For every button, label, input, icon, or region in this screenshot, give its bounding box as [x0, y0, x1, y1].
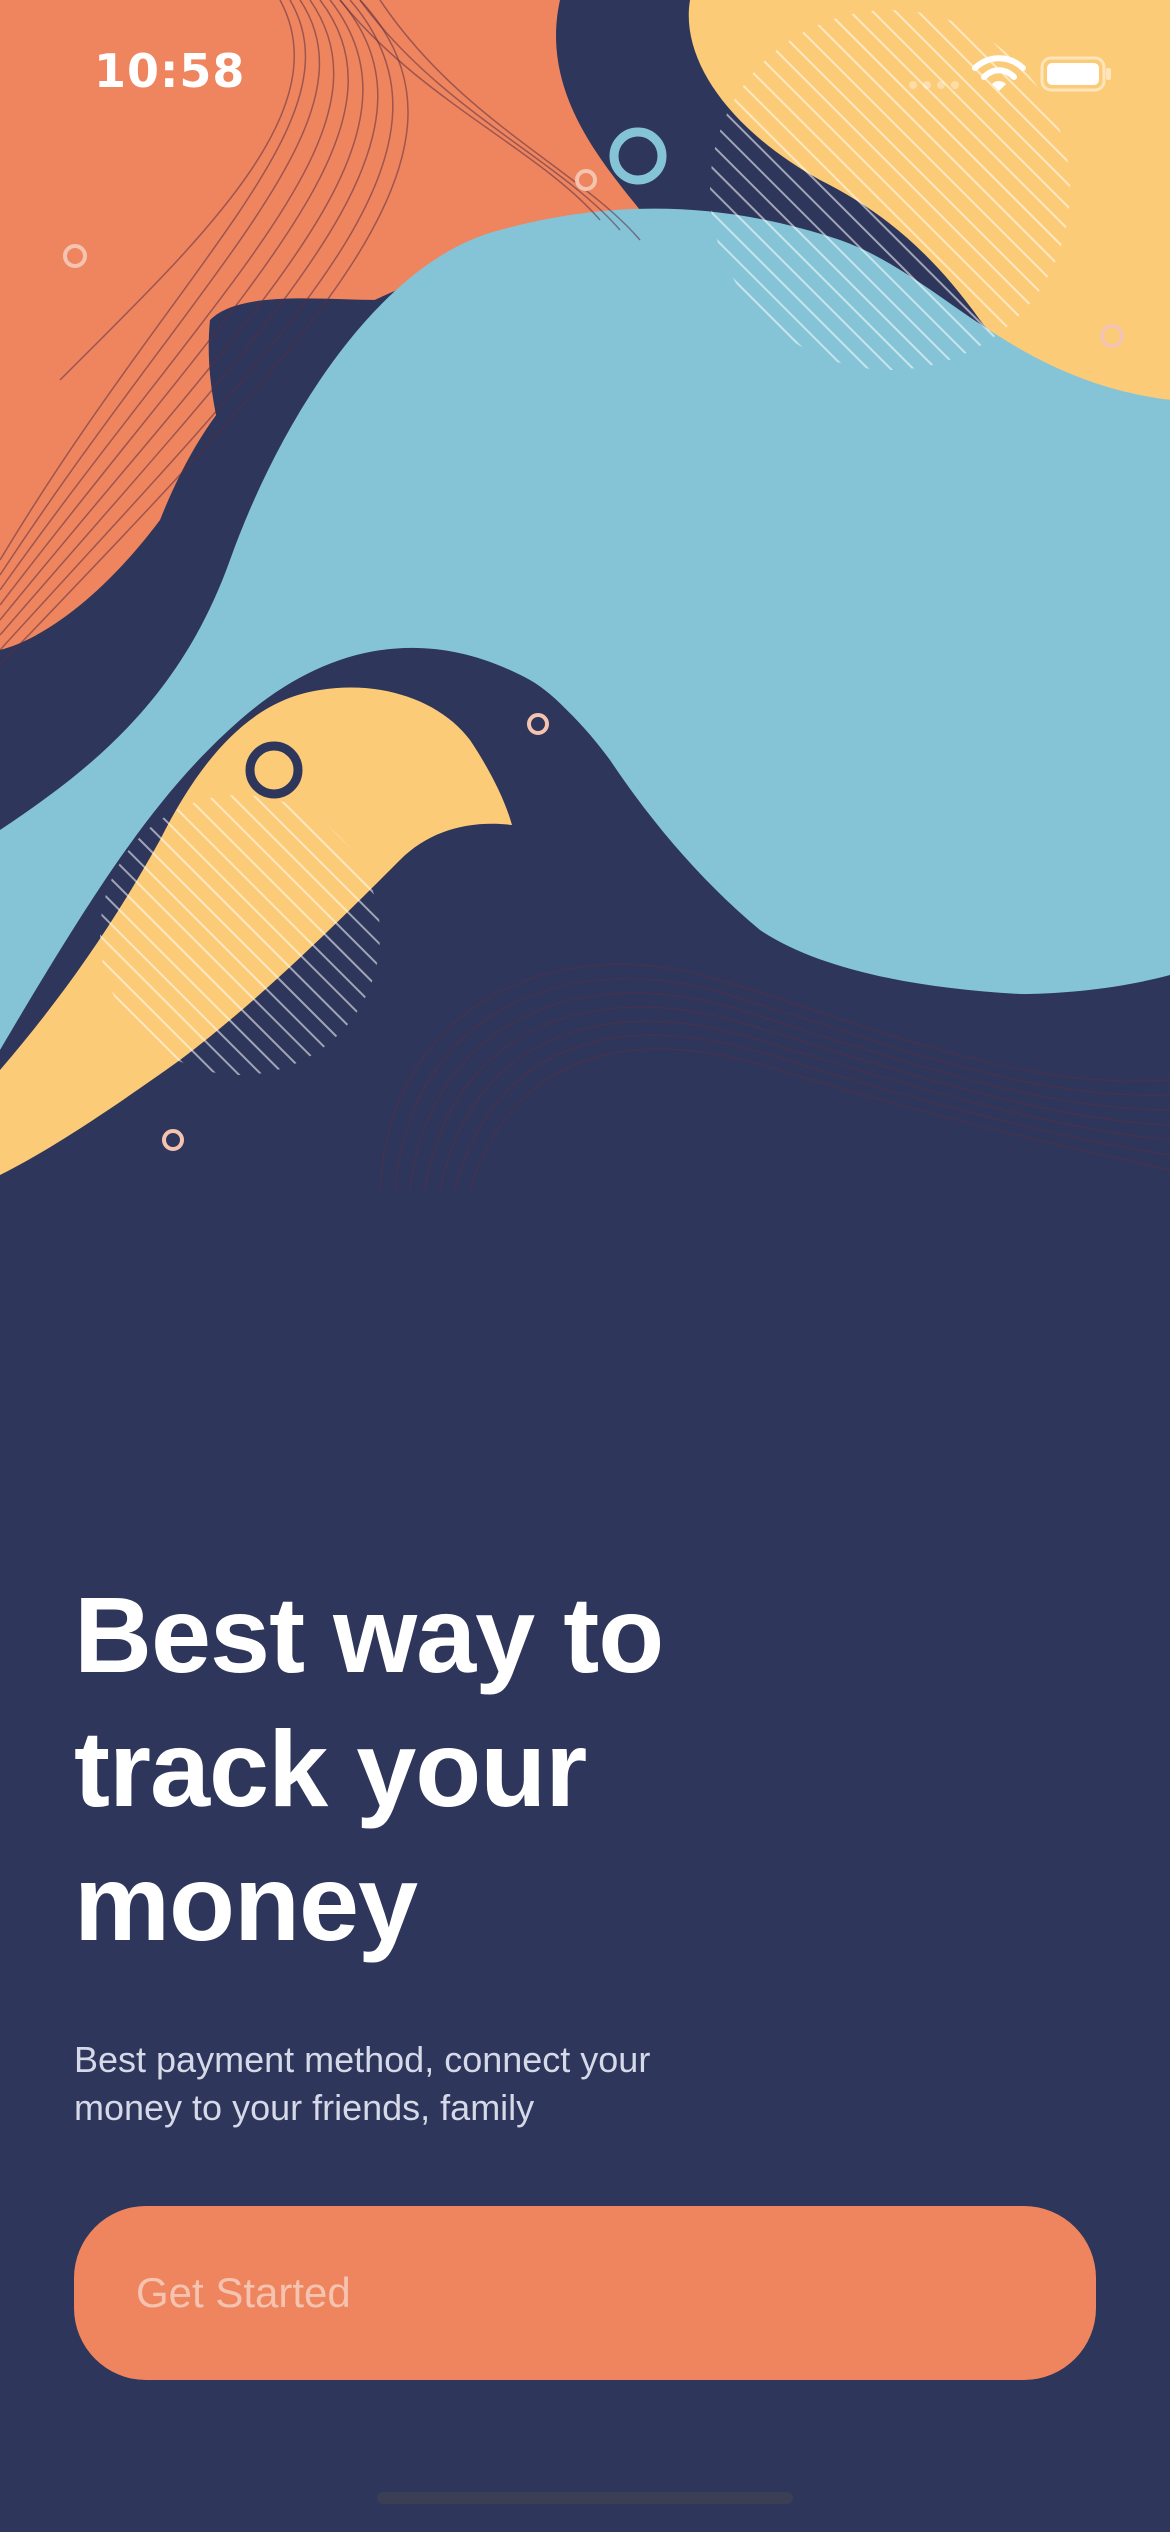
wifi-icon [972, 55, 1026, 91]
headline: Best way to track your money [74, 1574, 664, 1963]
hero-illustration [0, 0, 1170, 1200]
get-started-button[interactable]: Get Started [74, 2206, 1096, 2380]
status-time: 10:58 [94, 44, 246, 98]
subtitle: Best payment method, connect your money … [74, 2039, 651, 2128]
status-bar: 10:58 [0, 0, 1170, 150]
home-indicator[interactable] [377, 2492, 793, 2504]
get-started-label: Get Started [136, 2269, 351, 2316]
battery-icon [1040, 56, 1111, 92]
signal-icon [909, 81, 959, 89]
striped-circle-bottom [100, 795, 380, 1075]
